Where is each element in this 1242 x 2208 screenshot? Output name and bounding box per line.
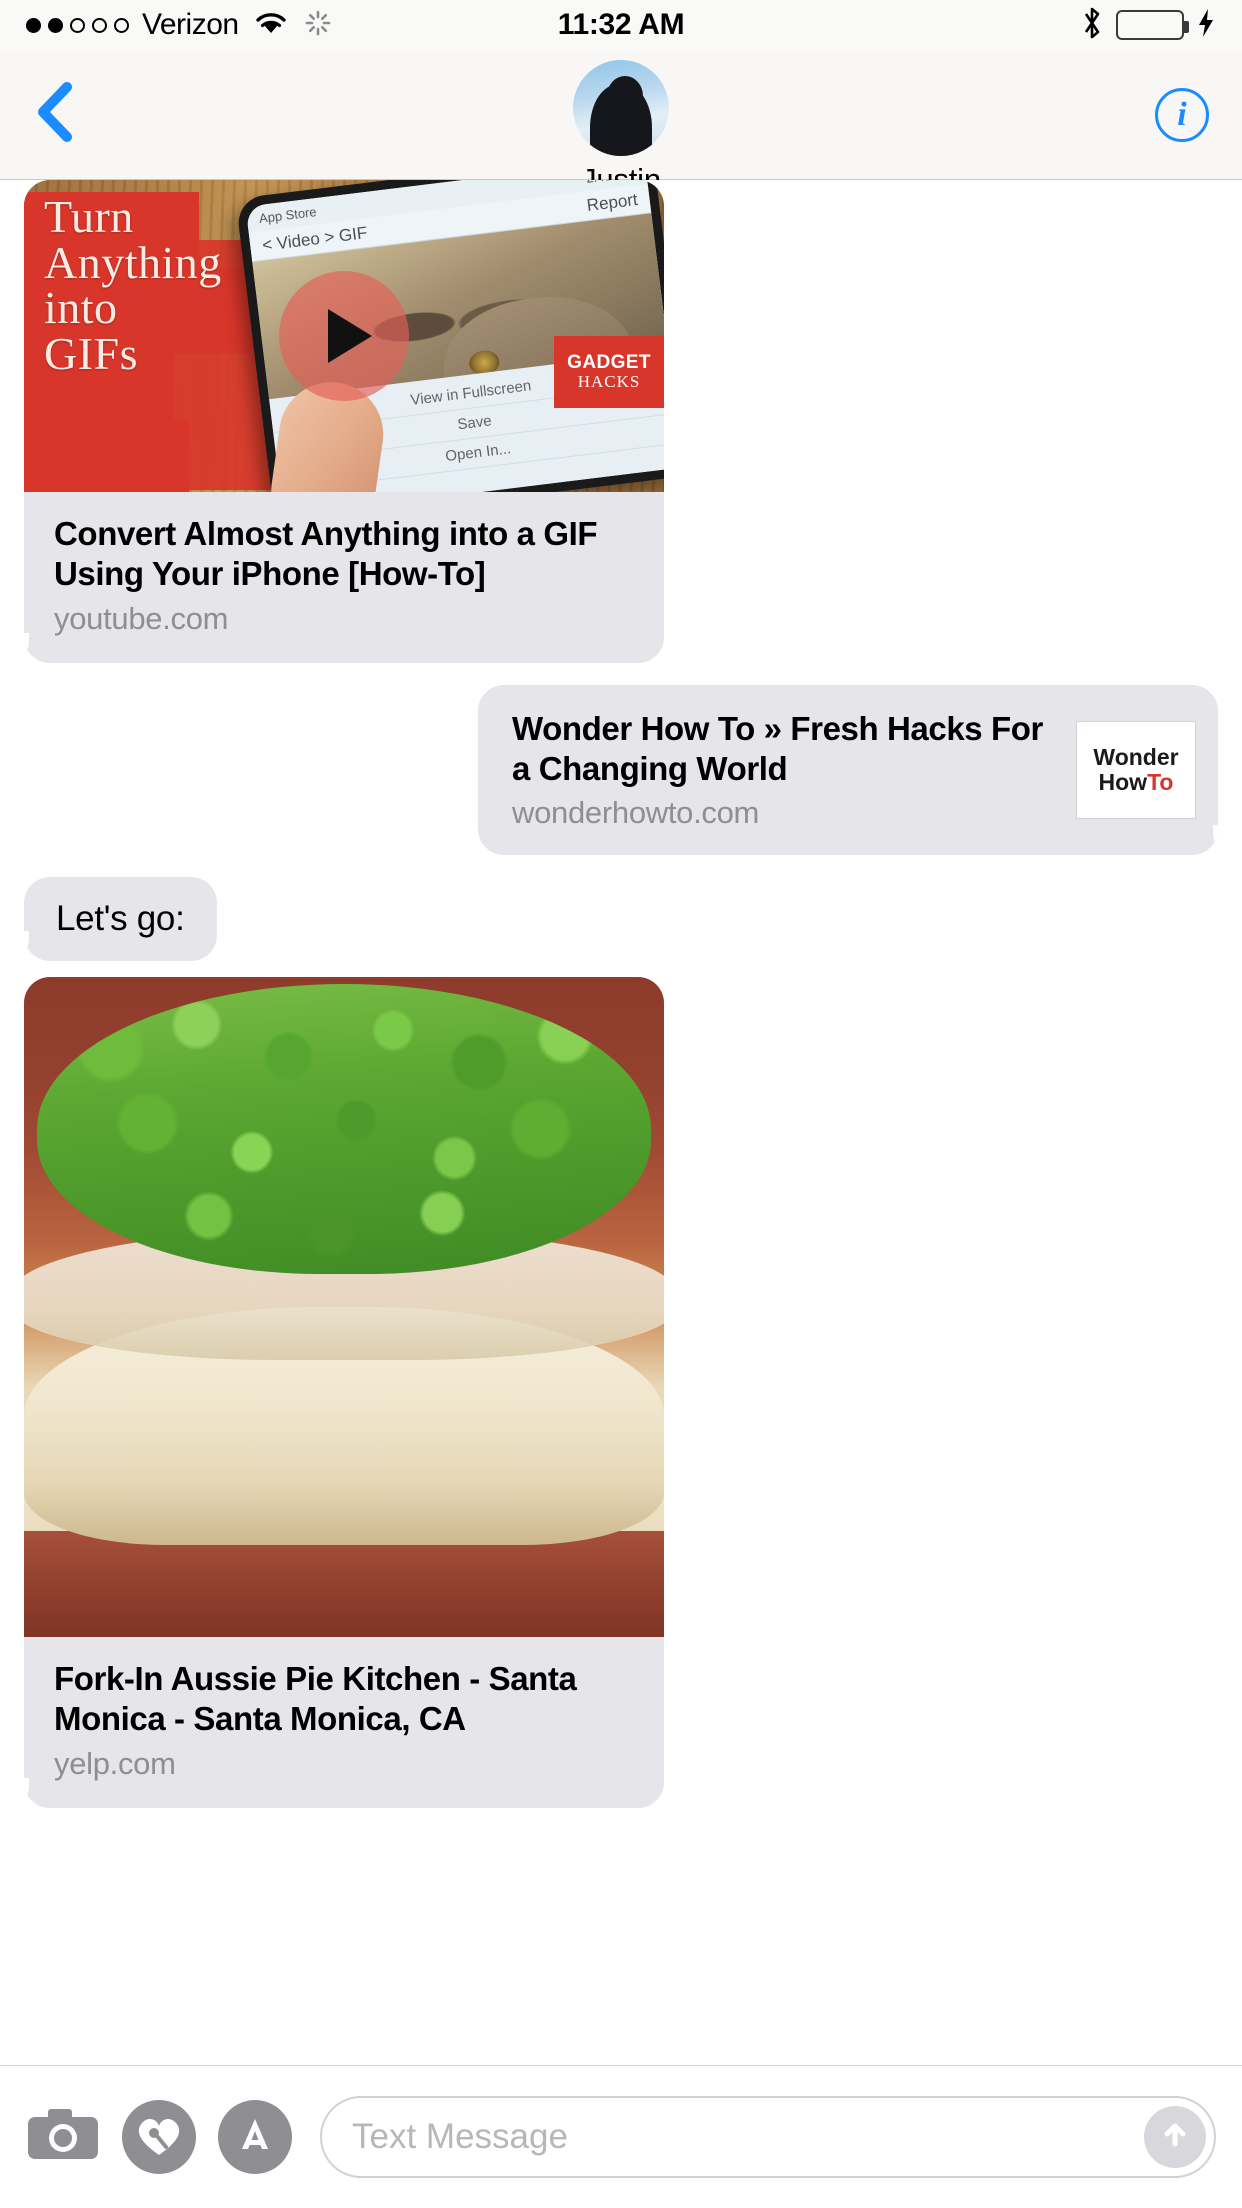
- logo-line-2a: How: [1098, 768, 1148, 795]
- charging-bolt-icon: [1196, 8, 1216, 43]
- signal-dot-1: [26, 17, 41, 33]
- status-bar: Verizon 11:32 AM: [0, 0, 1242, 50]
- search-input[interactable]: [352, 2117, 1144, 2157]
- back-chevron-icon: [33, 81, 77, 148]
- cellular-signal-dots: [26, 17, 129, 33]
- wifi-icon: [254, 10, 288, 41]
- message-list[interactable]: App Store 2:45 PM < Video > GIF Report: [0, 180, 1242, 2065]
- navigation-bar: Justin i: [0, 50, 1242, 197]
- message-compose-toolbar: [0, 2065, 1242, 2208]
- overlay-title-line-2: Anything: [44, 236, 222, 288]
- imessage-app-store-icon: [231, 2111, 279, 2164]
- activity-spinner-icon: [305, 10, 331, 41]
- avatar[interactable]: [573, 60, 669, 156]
- message-bubble-text[interactable]: Let's go:: [5, 877, 217, 961]
- thumbnail-overlay-title: Turn Anything into GIFs: [44, 194, 222, 376]
- overlay-title-line-1: Turn: [44, 191, 134, 242]
- status-bar-left: Verizon: [26, 8, 331, 42]
- signal-dot-2: [48, 17, 63, 33]
- inner-phone-left-label: App Store: [258, 203, 318, 226]
- message-row-incoming: App Store 2:45 PM < Video > GIF Report: [0, 180, 1242, 663]
- signal-dot-4: [92, 17, 107, 33]
- message-row-incoming: Fork-In Aussie Pie Kitchen - Santa Monic…: [0, 977, 1242, 1808]
- send-button[interactable]: [1144, 2106, 1206, 2168]
- badge-line-1: GADGET: [567, 352, 651, 374]
- status-bar-right: [1080, 5, 1216, 46]
- camera-button[interactable]: [26, 2100, 100, 2174]
- app-store-button[interactable]: [218, 2100, 292, 2174]
- link-domain: wonderhowto.com: [512, 795, 760, 830]
- overlay-title-line-4: GIFs: [44, 327, 139, 379]
- bluetooth-icon: [1080, 5, 1104, 46]
- info-button[interactable]: i: [1122, 87, 1242, 142]
- signal-dot-3: [70, 17, 85, 33]
- link-title: Wonder How To » Fresh Hacks For a Changi…: [512, 709, 1043, 787]
- wonderhowto-logo: Wonder HowTo: [1076, 720, 1196, 819]
- message-row-incoming: Let's go:: [0, 877, 1242, 961]
- inner-phone-time: 2:45 PM: [585, 180, 635, 185]
- link-meta: Wonder How To » Fresh Hacks For a Changi…: [512, 709, 1062, 832]
- list-item[interactable]: Wonder How To » Fresh Hacks For a Changi…: [478, 684, 1218, 855]
- link-title: Fork-In Aussie Pie Kitchen - Santa Monic…: [54, 1660, 577, 1738]
- camera-icon: [26, 2105, 100, 2170]
- conversation-header: Justin: [0, 60, 1242, 198]
- logo-line-2: HowTo: [1098, 768, 1174, 795]
- link-meta: Convert Almost Anything into a GIF Using…: [24, 492, 664, 663]
- battery-icon: [1116, 10, 1189, 40]
- overlay-title-line-3: into: [44, 282, 118, 334]
- message-row-outgoing: Wonder How To » Fresh Hacks For a Changi…: [0, 684, 1242, 855]
- info-icon: i: [1155, 87, 1209, 142]
- signal-dot-5: [114, 17, 129, 33]
- link-meta: Fork-In Aussie Pie Kitchen - Santa Monic…: [24, 1637, 664, 1808]
- video-thumbnail-art: App Store 2:45 PM < Video > GIF Report: [24, 180, 664, 492]
- logo-line-1: Wonder: [1093, 743, 1179, 770]
- link-domain: yelp.com: [54, 1745, 176, 1781]
- digital-touch-button[interactable]: [122, 2100, 196, 2174]
- link-title: Convert Almost Anything into a GIF Using…: [54, 515, 598, 593]
- send-arrow-icon: [1155, 2115, 1195, 2160]
- play-button-icon[interactable]: [279, 271, 409, 401]
- gadget-hacks-badge: GADGET HACKS: [554, 336, 664, 408]
- digital-touch-heart-icon: [133, 2111, 185, 2164]
- carrier-label: Verizon: [142, 8, 239, 41]
- link-domain: youtube.com: [54, 600, 229, 636]
- badge-line-2: HACKS: [577, 372, 641, 392]
- back-button[interactable]: [0, 50, 110, 179]
- inner-phone-report-label: Report: [585, 189, 639, 215]
- list-item[interactable]: Fork-In Aussie Pie Kitchen - Santa Monic…: [24, 977, 664, 1808]
- link-thumbnail[interactable]: App Store 2:45 PM < Video > GIF Report: [24, 180, 664, 492]
- link-thumbnail[interactable]: [24, 977, 664, 1637]
- list-item[interactable]: App Store 2:45 PM < Video > GIF Report: [24, 180, 664, 663]
- logo-line-2b: To: [1147, 768, 1174, 795]
- message-input-wrapper[interactable]: [320, 2096, 1216, 2178]
